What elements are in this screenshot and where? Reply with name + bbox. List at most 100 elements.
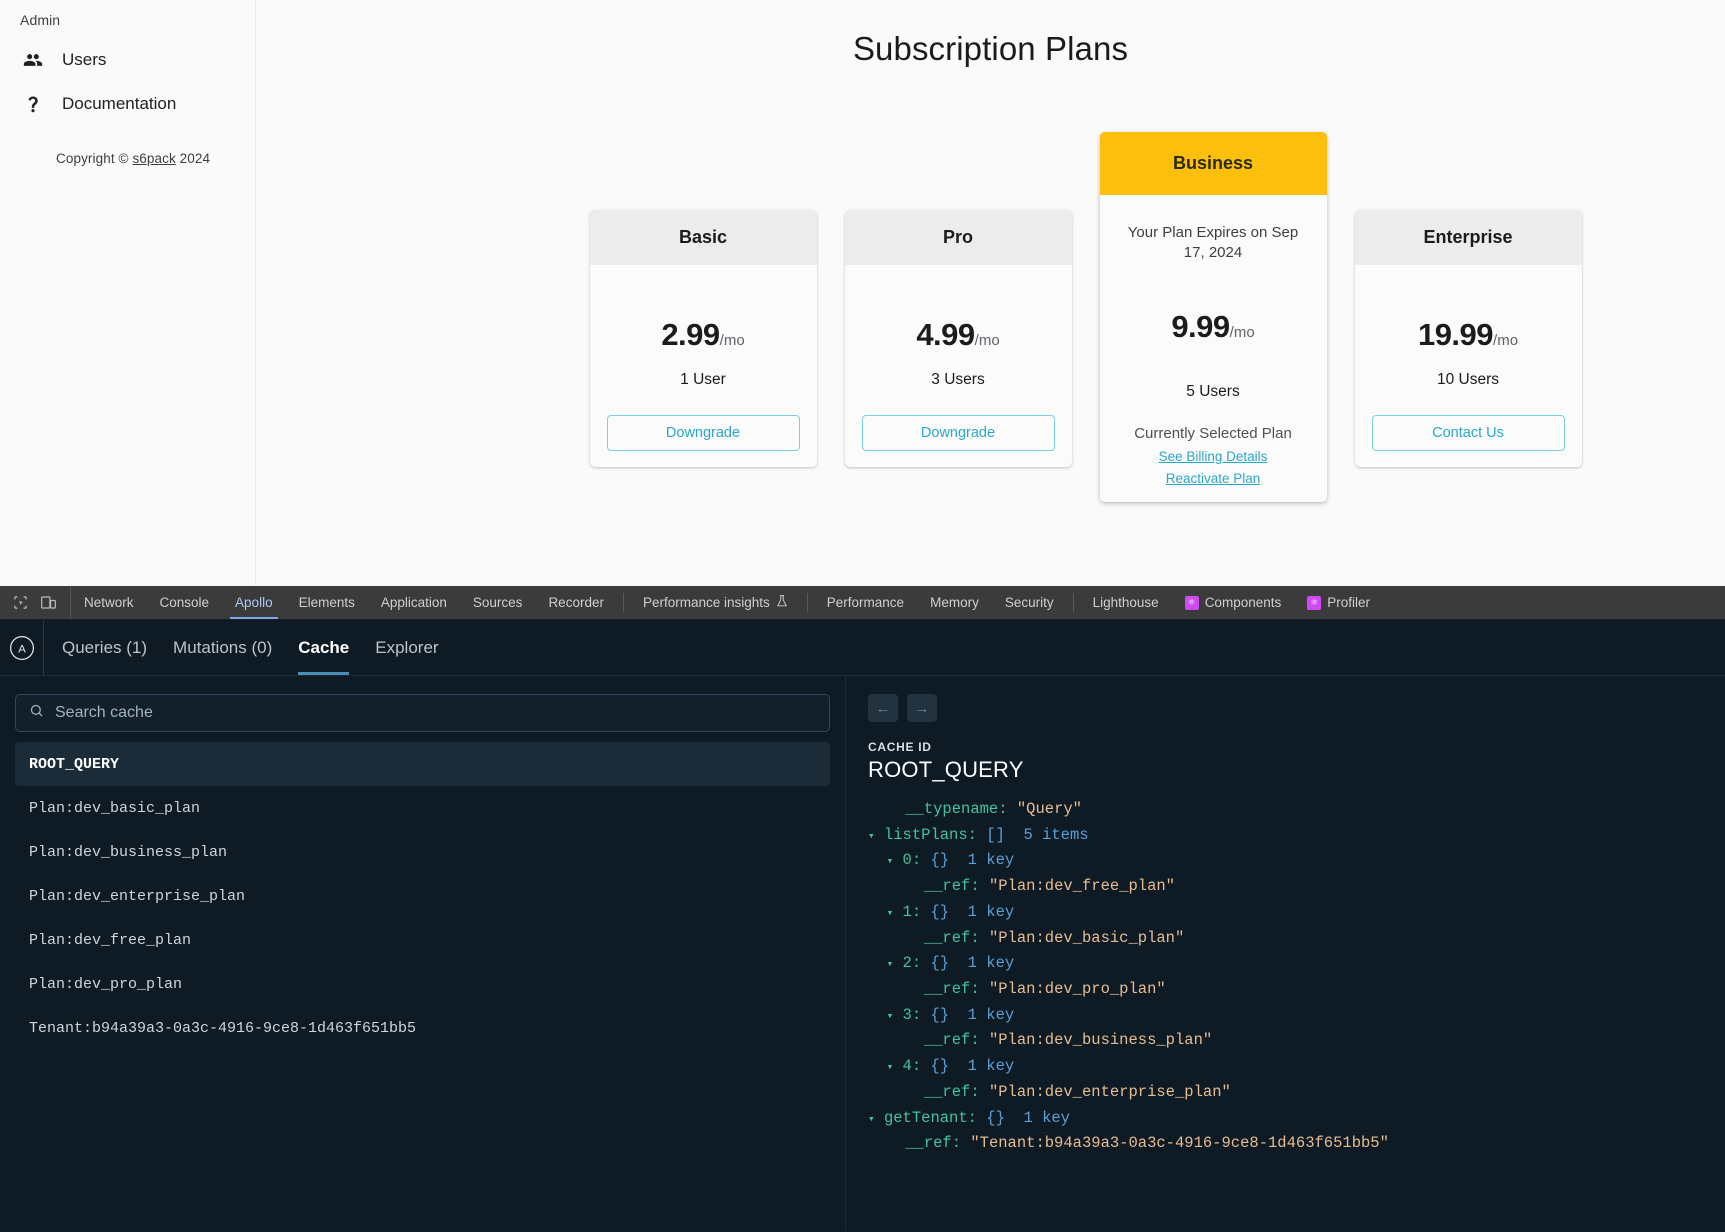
plan-price-unit-enterprise: /mo xyxy=(1493,332,1519,349)
devtools-tab-profiler[interactable]: ⚛ Profiler xyxy=(1294,586,1383,619)
devtools-tab-apollo[interactable]: Apollo xyxy=(222,586,286,619)
plan-body-enterprise: 19.99 /mo 10 Users Contact Us xyxy=(1355,265,1582,467)
cache-item-enterprise-plan[interactable]: Plan:dev_enterprise_plan xyxy=(15,874,830,918)
see-billing-details-link[interactable]: See Billing Details xyxy=(1159,442,1268,464)
json-tree-row: __ref: "Plan:dev_enterprise_plan" xyxy=(868,1080,1703,1106)
cache-nav-back-button[interactable]: ← xyxy=(868,694,898,722)
performance-insights-label: Performance insights xyxy=(642,595,770,610)
json-meta: {} 1 key xyxy=(930,1005,1015,1024)
plan-action-enterprise[interactable]: Contact Us xyxy=(1371,415,1565,451)
devtools-tab-recorder[interactable]: Recorder xyxy=(535,586,617,619)
json-tree-row[interactable]: ▾ 0: {} 1 key xyxy=(868,848,1703,874)
toolbar-divider-2 xyxy=(806,593,808,612)
json-tree-row[interactable]: ▾ 4: {} 1 key xyxy=(868,1054,1703,1080)
plan-users-pro: 3 Users xyxy=(931,371,985,388)
apollo-tabs: Queries (1) Mutations (0) Cache Explorer xyxy=(44,620,439,675)
json-key: __ref: xyxy=(923,877,980,896)
json-key: __ref: xyxy=(923,928,980,947)
json-meta: [] 5 items xyxy=(986,825,1089,844)
sidebar: Admin Users Documentation Copyright © s6… xyxy=(0,0,256,586)
svg-text:A: A xyxy=(18,643,26,655)
plan-card-enterprise[interactable]: Enterprise 19.99 /mo 10 Users Contact Us xyxy=(1354,210,1582,467)
plan-price-row-business: 9.99 /mo xyxy=(1171,263,1254,345)
devtools-tab-lighthouse[interactable]: Lighthouse xyxy=(1080,586,1172,619)
devtools-tab-performance[interactable]: Performance xyxy=(814,586,917,619)
devtools-tab-elements[interactable]: Elements xyxy=(286,586,368,619)
users-icon xyxy=(22,49,44,71)
plan-card-pro[interactable]: Pro 4.99 /mo 3 Users Downgrade xyxy=(844,210,1072,467)
plan-card-business[interactable]: Business Your Plan Expires on Sep 17, 20… xyxy=(1099,132,1327,502)
json-key: 1: xyxy=(902,902,922,921)
devtools-toolbar: Network Console Apollo Elements Applicat… xyxy=(0,586,1725,620)
cache-item-basic-plan[interactable]: Plan:dev_basic_plan xyxy=(15,786,830,830)
application-window: Admin Users Documentation Copyright © s6… xyxy=(0,0,1725,586)
plan-name-business: Business xyxy=(1099,132,1327,195)
devtools-tab-performance-insights[interactable]: Performance insights xyxy=(630,586,801,619)
devtools-tab-sources[interactable]: Sources xyxy=(460,586,536,619)
devtools-tab-network[interactable]: Network xyxy=(71,586,147,619)
search-cache-input[interactable] xyxy=(55,704,816,722)
disclosure-triangle-icon[interactable]: ▾ xyxy=(868,1114,875,1126)
devtools-tab-components[interactable]: ⚛ Components xyxy=(1172,586,1295,619)
json-tree-row[interactable]: ▾ 1: {} 1 key xyxy=(868,900,1703,926)
sidebar-item-documentation[interactable]: Documentation xyxy=(0,82,255,126)
devtools-tab-application[interactable]: Application xyxy=(368,586,460,619)
inspect-element-icon[interactable] xyxy=(13,595,28,610)
cache-item-business-plan[interactable]: Plan:dev_business_plan xyxy=(15,830,830,874)
disclosure-triangle-icon[interactable]: ▾ xyxy=(887,856,894,868)
cache-panel: ROOT_QUERY Plan:dev_basic_plan Plan:dev_… xyxy=(0,676,1725,1231)
json-tree-row[interactable]: ▾ getTenant: {} 1 key xyxy=(868,1106,1703,1132)
apollo-tab-mutations[interactable]: Mutations (0) xyxy=(173,620,272,675)
json-tree-row: __ref: "Plan:dev_business_plan" xyxy=(868,1028,1703,1054)
json-tree-row[interactable]: ▾ 3: {} 1 key xyxy=(868,1003,1703,1029)
json-key: __typename: xyxy=(905,800,1008,818)
apollo-tab-cache[interactable]: Cache xyxy=(298,620,350,675)
apollo-tab-bar: A Queries (1) Mutations (0) Cache Explor… xyxy=(0,620,1725,676)
sidebar-item-users[interactable]: Users xyxy=(0,38,255,82)
plan-price-row-pro: 4.99 /mo xyxy=(916,265,999,353)
cache-item-root-query[interactable]: ROOT_QUERY xyxy=(15,742,830,786)
copyright-year: 2024 xyxy=(175,151,211,166)
plan-price-basic: 2.99 xyxy=(661,317,720,352)
cache-item-free-plan[interactable]: Plan:dev_free_plan xyxy=(15,918,830,962)
toggle-device-toolbar-icon[interactable] xyxy=(40,595,57,610)
disclosure-triangle-icon[interactable]: ▾ xyxy=(887,959,894,971)
disclosure-triangle-icon[interactable]: ▾ xyxy=(887,908,894,920)
json-meta: {} 1 key xyxy=(930,902,1015,921)
plan-body-business: Your Plan Expires on Sep 17, 2024 9.99 /… xyxy=(1100,195,1327,502)
plan-price-unit-basic: /mo xyxy=(719,332,745,349)
disclosure-triangle-icon[interactable]: ▾ xyxy=(887,1011,894,1023)
cache-items-list: ROOT_QUERY Plan:dev_basic_plan Plan:dev_… xyxy=(15,732,830,1050)
plan-users-business: 5 Users xyxy=(1186,382,1240,400)
toolbar-divider-1 xyxy=(622,593,624,612)
json-key: __ref: xyxy=(923,1082,980,1101)
json-tree-row[interactable]: ▾ 2: {} 1 key xyxy=(868,951,1703,977)
page-title: Subscription Plans xyxy=(852,30,1129,67)
disclosure-triangle-icon[interactable]: ▾ xyxy=(887,1062,894,1074)
plan-action-basic[interactable]: Downgrade xyxy=(606,415,800,451)
json-tree-row: __typename: "Query" xyxy=(868,797,1703,823)
react-logo-icon-2: ⚛ xyxy=(1307,595,1322,610)
devtools-tab-security[interactable]: Security xyxy=(992,586,1067,619)
json-key: __ref: xyxy=(923,1031,980,1050)
json-tree-row[interactable]: ▾ listPlans: [] 5 items xyxy=(868,823,1703,849)
question-mark-icon xyxy=(22,93,44,115)
plan-action-pro[interactable]: Downgrade xyxy=(861,415,1055,451)
cache-id-value: ROOT_QUERY xyxy=(868,757,1024,782)
search-cache-box[interactable] xyxy=(15,694,830,732)
devtools-tab-memory[interactable]: Memory xyxy=(917,586,992,619)
json-key: __ref: xyxy=(923,980,980,999)
reactivate-plan-link[interactable]: Reactivate Plan xyxy=(1166,464,1261,486)
disclosure-triangle-icon[interactable]: ▾ xyxy=(868,831,875,843)
cache-nav-forward-button[interactable]: → xyxy=(907,694,937,722)
copyright-link-s6pack[interactable]: s6pack xyxy=(132,151,175,166)
sidebar-title: Admin xyxy=(20,12,61,28)
cache-item-tenant[interactable]: Tenant:b94a39a3-0a3c-4916-9ce8-1d463f651… xyxy=(15,1006,830,1050)
plan-card-basic[interactable]: Basic 2.99 /mo 1 User Downgrade xyxy=(589,210,817,467)
plan-name-pro: Pro xyxy=(844,210,1072,265)
apollo-tab-queries[interactable]: Queries (1) xyxy=(62,620,147,675)
devtools-tab-console[interactable]: Console xyxy=(147,586,223,619)
cache-item-pro-plan[interactable]: Plan:dev_pro_plan xyxy=(15,962,830,1006)
json-value: "Plan:dev_enterprise_plan" xyxy=(988,1082,1231,1101)
apollo-tab-explorer[interactable]: Explorer xyxy=(375,620,438,675)
